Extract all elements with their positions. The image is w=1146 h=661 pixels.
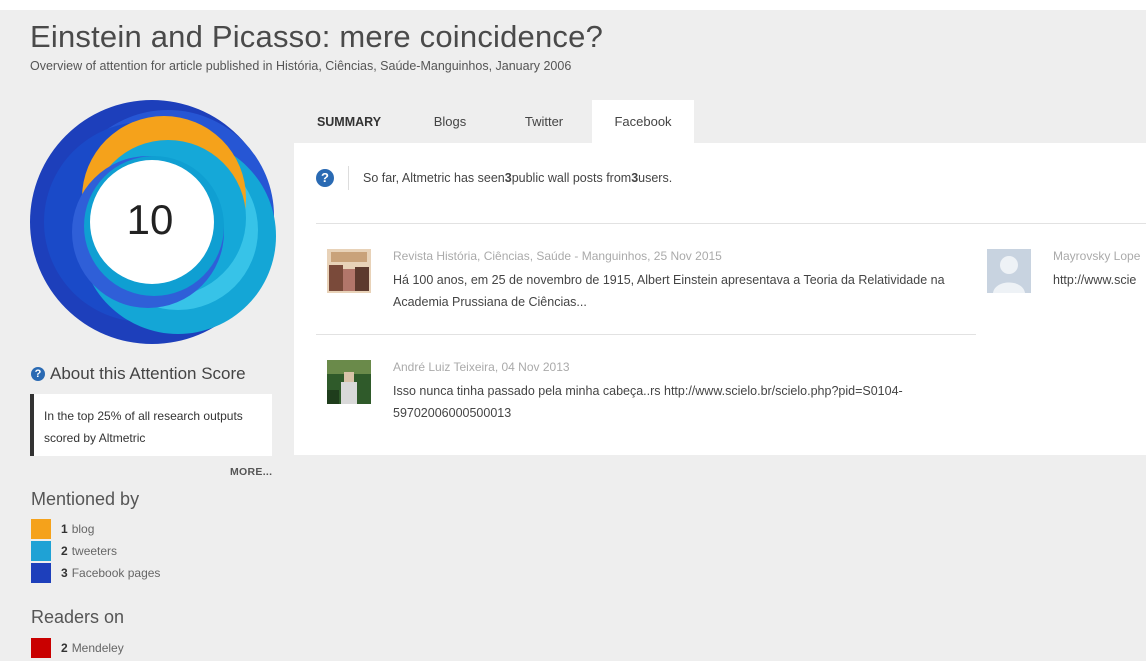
divider xyxy=(316,223,1146,224)
divider xyxy=(348,166,349,190)
users-count: 3 xyxy=(631,171,639,185)
reader-mendeley[interactable]: 2 Mendeley xyxy=(31,638,124,658)
mention-label: tweeters xyxy=(71,544,118,558)
score-summary: In the top 25% of all research outputs s… xyxy=(30,394,272,456)
tab-summary[interactable]: SUMMARY xyxy=(294,100,404,143)
facebook-post[interactable]: Revista História, Ciências, Saúde - Mang… xyxy=(327,249,977,319)
tab-twitter[interactable]: Twitter xyxy=(496,100,592,143)
attention-score: 10 xyxy=(126,196,174,243)
facebook-swatch-icon xyxy=(31,563,51,583)
tab-facebook[interactable]: Facebook xyxy=(592,100,694,143)
facebook-summary: ? So far, Altmetric has seen 3 public wa… xyxy=(316,166,672,190)
mention-count: 1 xyxy=(61,522,68,536)
mention-label: blog xyxy=(71,522,95,536)
facebook-post[interactable]: André Luiz Teixeira, 04 Nov 2013 Isso nu… xyxy=(327,360,977,430)
post-author-date[interactable]: Mayrovsky Lope xyxy=(1053,249,1140,263)
mention-label: Facebook pages xyxy=(71,566,161,580)
tab-bar: SUMMARY Blogs Twitter Facebook xyxy=(294,100,694,143)
facebook-post[interactable]: Mayrovsky Lope http://www.scie xyxy=(987,249,1146,319)
post-thumbnail[interactable] xyxy=(327,249,371,293)
blog-swatch-icon xyxy=(31,519,51,539)
mention-tweeters[interactable]: 2 tweeters xyxy=(31,541,117,561)
post-text: Há 100 anos, em 25 de novembro de 1915, … xyxy=(393,273,945,309)
twitter-swatch-icon xyxy=(31,541,51,561)
tab-blogs[interactable]: Blogs xyxy=(404,100,496,143)
mendeley-swatch-icon xyxy=(31,638,51,658)
post-text: http://www.scie xyxy=(1053,273,1137,287)
mention-count: 3 xyxy=(61,566,68,580)
divider xyxy=(316,334,976,335)
post-text: Isso nunca tinha passado pela minha cabe… xyxy=(393,384,903,420)
more-link[interactable]: MORE... xyxy=(230,466,272,478)
posts-count: 3 xyxy=(504,171,512,185)
mention-blogs[interactable]: 1 blog xyxy=(31,519,94,539)
article-title: Einstein and Picasso: mere coincidence? xyxy=(30,19,604,54)
reader-label: Mendeley xyxy=(71,641,124,655)
summary-prefix: So far, Altmetric has seen xyxy=(363,171,505,185)
summary-middle: public wall posts from xyxy=(511,171,632,185)
summary-suffix: users. xyxy=(638,171,673,185)
reader-count: 2 xyxy=(61,641,68,655)
help-icon: ? xyxy=(31,367,45,381)
readers-on-heading: Readers on xyxy=(31,607,125,627)
mentioned-by-heading: Mentioned by xyxy=(31,489,140,509)
about-score-link[interactable]: ? About this Attention Score xyxy=(31,364,246,384)
post-thumbnail[interactable] xyxy=(327,360,371,404)
about-score-label: About this Attention Score xyxy=(50,364,246,383)
mention-count: 2 xyxy=(61,544,68,558)
article-subtitle: Overview of attention for article publis… xyxy=(30,59,572,73)
post-author-date[interactable]: André Luiz Teixeira, 04 Nov 2013 xyxy=(393,360,570,374)
mention-facebook[interactable]: 3 Facebook pages xyxy=(31,563,160,583)
avatar-placeholder-icon[interactable] xyxy=(987,249,1031,293)
post-author-date[interactable]: Revista História, Ciências, Saúde - Mang… xyxy=(393,249,722,263)
help-icon[interactable]: ? xyxy=(316,169,334,187)
